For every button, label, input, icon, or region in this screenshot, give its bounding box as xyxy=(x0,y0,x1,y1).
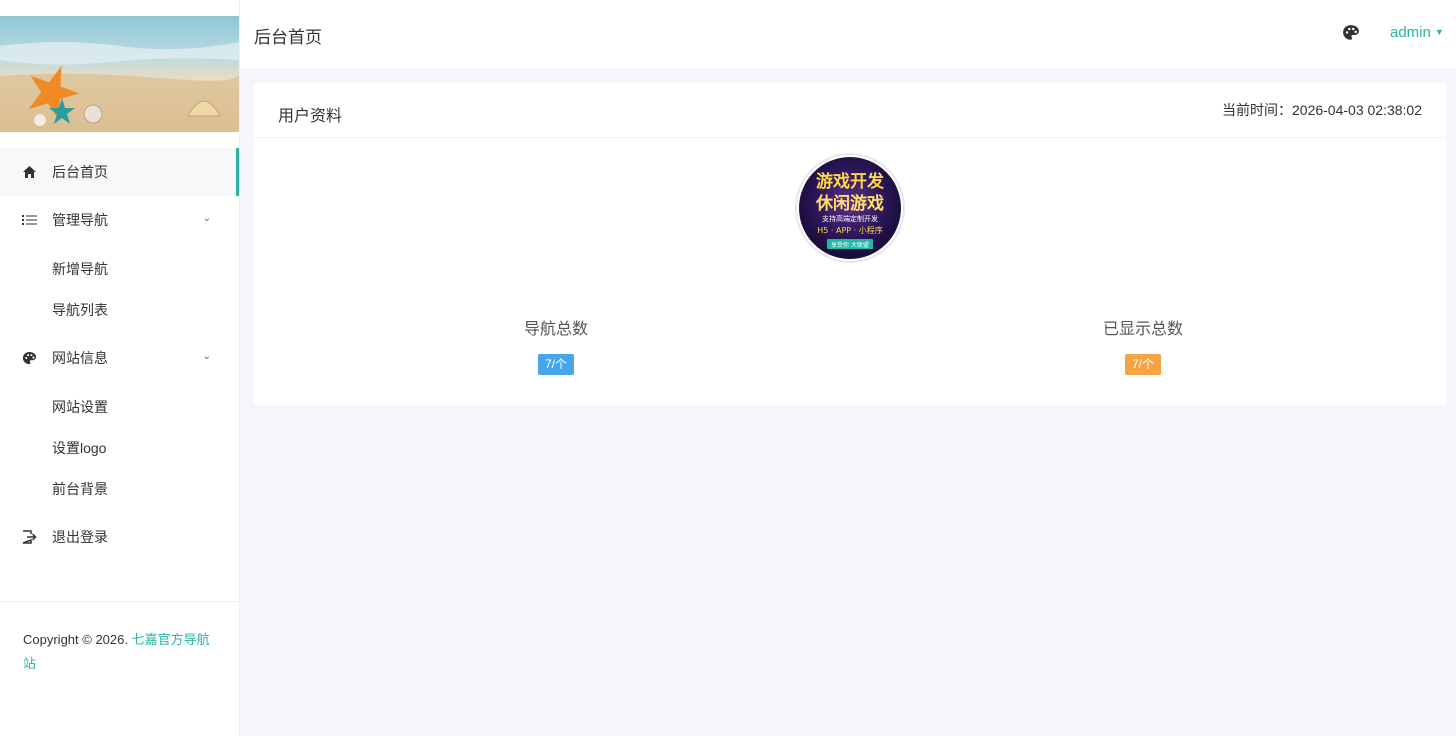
avatar-text-3: 支持高端定制开发 xyxy=(822,214,878,223)
logout-icon xyxy=(21,529,37,545)
sidebar-banner-image xyxy=(0,16,239,132)
stat-shown-total: 已显示总数 7/个 xyxy=(1043,315,1243,375)
list-icon xyxy=(21,212,37,228)
sidebar-item-nav-manage[interactable]: 管理导航 ⌄ xyxy=(0,196,239,244)
sidebar-menu: 后台首页 管理导航 ⌄ 新增导航 导航列表 网站信息 ⌄ 网站设置 设置logo… xyxy=(0,148,239,561)
avatar-text-5: 享受你 大联盟 xyxy=(831,241,869,249)
sidebar-item-label: 后台首页 xyxy=(52,164,108,180)
current-time-value: 2026-04-03 02:38:02 xyxy=(1292,102,1422,118)
card-header: 用户资料 当前时间：2026-04-03 02:38:02 xyxy=(254,83,1446,138)
sidebar-subitem-nav-add[interactable]: 新增导航 xyxy=(0,248,239,289)
top-bar: 后台首页 admin ▼ xyxy=(240,0,1456,68)
palette-icon xyxy=(21,350,37,366)
sidebar-subitem-front-bg[interactable]: 前台背景 xyxy=(0,468,239,509)
avatar-text-4: H5 · APP · 小程序 xyxy=(817,225,882,235)
stat-label: 已显示总数 xyxy=(1102,321,1183,338)
avatar: 游戏开发 休闲游戏 支持高端定制开发 H5 · APP · 小程序 享受你 大联… xyxy=(795,153,905,263)
sidebar-footer: Copyright © 2026. 七嘉官方导航站 xyxy=(0,601,239,676)
sidebar-item-label: 退出登录 xyxy=(52,529,108,545)
submenu-nav-manage: 新增导航 导航列表 xyxy=(0,244,239,334)
copyright-text: Copyright © 2026. xyxy=(23,632,132,647)
user-menu[interactable]: admin ▼ xyxy=(1390,24,1444,41)
chevron-down-icon: ⌄ xyxy=(202,213,211,224)
sidebar-item-label: 网站信息 xyxy=(52,350,108,366)
stat-badge: 7/个 xyxy=(537,354,574,375)
stat-nav-total: 导航总数 7/个 xyxy=(456,315,656,375)
user-profile-card: 用户资料 当前时间：2026-04-03 02:38:02 游戏开发 休闲游戏 … xyxy=(254,83,1446,405)
caret-down-icon: ▼ xyxy=(1434,27,1444,37)
card-title: 用户资料 xyxy=(278,108,343,125)
sidebar-subitem-site-settings[interactable]: 网站设置 xyxy=(0,386,239,427)
sidebar: 后台首页 管理导航 ⌄ 新增导航 导航列表 网站信息 ⌄ 网站设置 设置logo… xyxy=(0,0,240,736)
current-time-label: 当前时间： xyxy=(1222,102,1292,118)
palette-icon[interactable] xyxy=(1342,24,1360,47)
sidebar-item-label: 管理导航 xyxy=(52,212,108,228)
stat-badge: 7/个 xyxy=(1124,354,1161,375)
home-icon xyxy=(21,164,37,180)
sidebar-item-site-info[interactable]: 网站信息 ⌄ xyxy=(0,334,239,382)
avatar-text-1: 游戏开发 xyxy=(816,171,885,192)
submenu-site-info: 网站设置 设置logo 前台背景 xyxy=(0,382,239,513)
sidebar-subitem-set-logo[interactable]: 设置logo xyxy=(0,427,239,468)
sidebar-item-home[interactable]: 后台首页 xyxy=(0,148,239,196)
stat-label: 导航总数 xyxy=(523,321,588,338)
avatar-text-2: 休闲游戏 xyxy=(815,193,884,214)
page-title: 后台首页 xyxy=(254,28,322,47)
username: admin xyxy=(1390,24,1431,41)
sidebar-subitem-nav-list[interactable]: 导航列表 xyxy=(0,289,239,330)
chevron-down-icon: ⌄ xyxy=(202,351,211,362)
current-time: 当前时间：2026-04-03 02:38:02 xyxy=(1222,100,1422,120)
sidebar-item-logout[interactable]: 退出登录 xyxy=(0,513,239,561)
